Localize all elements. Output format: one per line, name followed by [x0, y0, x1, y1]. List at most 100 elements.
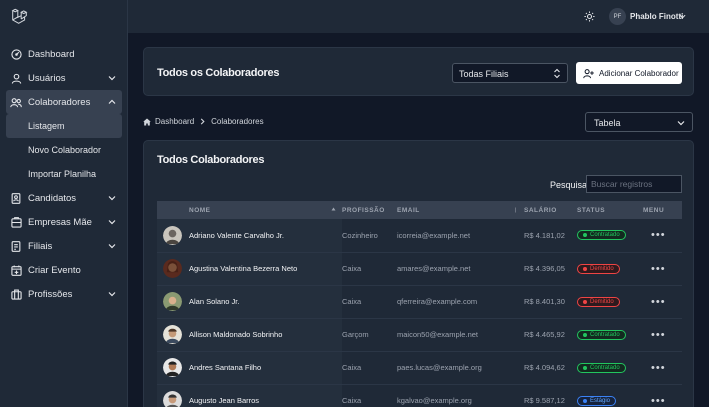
- building-icon: [10, 216, 22, 228]
- sort-up-icon: [331, 207, 336, 211]
- sun-icon[interactable]: [584, 11, 595, 22]
- status-cell: Estágio: [577, 384, 643, 407]
- column-header-nome[interactable]: NOME: [189, 201, 342, 219]
- status-badge: Contratado: [577, 230, 626, 241]
- avatar[interactable]: [163, 325, 182, 344]
- user-plus-icon: [583, 68, 594, 78]
- table-row[interactable]: Alan Solano Jr. Caixa qferreira@example.…: [157, 285, 682, 318]
- status-cell: Contratado: [577, 219, 643, 252]
- row-menu-button[interactable]: •••: [643, 252, 682, 285]
- search-input[interactable]: [586, 175, 682, 193]
- avatar[interactable]: PF: [609, 8, 626, 25]
- collaborator-salary: R$ 4.465,92: [524, 330, 565, 339]
- collaborator-email: paes.lucas@example.org: [397, 363, 482, 372]
- header-card: Todos os Colaboradores Todas Filiais Adi…: [143, 47, 694, 96]
- sidebar-item-profissoes[interactable]: Profissões: [0, 282, 128, 306]
- dashboard-icon: [10, 48, 22, 60]
- table-row[interactable]: Andres Santana Filho Caixa paes.lucas@ex…: [157, 351, 682, 384]
- table-header-row: NOME PROFISSÃO EMAIL SALÁRIO STATUS MENU: [157, 201, 682, 219]
- status-badge: Demitido: [577, 263, 620, 274]
- status-label: Contratado: [590, 331, 620, 338]
- collaborator-name[interactable]: Alan Solano Jr.: [189, 285, 342, 318]
- sidebar-item-colaboradores[interactable]: Colaboradores: [6, 90, 122, 114]
- status-dot: [583, 398, 587, 403]
- status-label: Estágio: [590, 397, 611, 404]
- column-header-label: NOME: [189, 206, 211, 214]
- status-badge: Demitido: [577, 296, 620, 307]
- avatar[interactable]: [163, 391, 182, 407]
- avatar-cell: [157, 219, 189, 252]
- table-row[interactable]: Agustina Valentina Bezerra Neto Caixa am…: [157, 252, 682, 285]
- avatar[interactable]: [163, 292, 182, 311]
- column-header-label: EMAIL: [397, 206, 420, 214]
- view-mode-select[interactable]: Tabela: [585, 112, 693, 132]
- collaborator-salary: R$ 4.396,05: [524, 264, 565, 273]
- user-name[interactable]: Phablo Finotti: [630, 12, 683, 21]
- collaborator-email: icorreia@example.net: [397, 230, 471, 240]
- add-collaborator-button[interactable]: Adicionar Colaborador: [576, 62, 682, 84]
- sidebar-item-filiais[interactable]: Filiais: [0, 234, 128, 258]
- row-menu-button[interactable]: •••: [643, 384, 682, 407]
- avatar[interactable]: [163, 259, 182, 278]
- chevron-down-icon: [108, 220, 116, 225]
- sidebar-item-label: Dashboard: [28, 48, 75, 60]
- submenu-item-importar-planilha[interactable]: Importar Planilha: [0, 162, 128, 186]
- submenu-item-listagem[interactable]: Listagem: [6, 114, 122, 138]
- add-collaborator-label: Adicionar Colaborador: [599, 68, 679, 78]
- avatar[interactable]: [163, 358, 182, 377]
- column-header-profissao[interactable]: PROFISSÃO: [342, 201, 397, 219]
- sidebar-item-empresas-mae[interactable]: Empresas Mãe: [0, 210, 128, 234]
- collaborator-profession: Caixa: [342, 396, 362, 405]
- status-dot: [583, 332, 587, 337]
- avatar-cell: [157, 252, 189, 285]
- chevron-down-icon[interactable]: [679, 13, 686, 20]
- chevron-right-icon: [200, 118, 205, 125]
- sidebar-item-candidatos[interactable]: Candidatos: [0, 186, 128, 210]
- table-row[interactable]: Augusto Jean Barros Caixa kgalvao@exampl…: [157, 384, 682, 407]
- avatar-cell: [157, 384, 189, 407]
- sidebar-item-usuarios[interactable]: Usuários: [0, 66, 128, 90]
- column-header-status[interactable]: STATUS: [577, 201, 643, 219]
- avatar-cell: [157, 318, 189, 351]
- users-icon: [10, 96, 22, 108]
- row-menu-button[interactable]: •••: [643, 285, 682, 318]
- sidebar-item-label: Profissões: [28, 288, 73, 300]
- page-title: Todos os Colaboradores: [157, 67, 280, 79]
- status-badge: Contratado: [577, 329, 626, 340]
- laravel-logo-icon[interactable]: [11, 8, 28, 25]
- sidebar-item-criar-evento[interactable]: Criar Evento: [0, 258, 128, 282]
- id-card-icon: [10, 192, 22, 204]
- collaborator-profession: Caixa: [342, 297, 362, 306]
- sidebar-item-label: Empresas Mãe: [28, 216, 92, 228]
- collaborator-name[interactable]: Augusto Jean Barros: [189, 384, 342, 407]
- collaborator-email: maicon50@example.net: [397, 330, 478, 339]
- collaborator-name[interactable]: Agustina Valentina Bezerra Neto: [189, 252, 342, 285]
- chevron-down-icon: [108, 76, 116, 81]
- row-menu-button[interactable]: •••: [643, 219, 682, 252]
- row-menu-button[interactable]: •••: [643, 318, 682, 351]
- breadcrumb-dashboard[interactable]: Dashboard: [155, 117, 194, 126]
- branch-filter-select[interactable]: Todas Filiais: [452, 63, 568, 83]
- collaborator-name[interactable]: Allison Maldonado Sobrinho: [189, 318, 342, 351]
- breadcrumb-colaboradores[interactable]: Colaboradores: [211, 117, 263, 126]
- collaborators-table: NOME PROFISSÃO EMAIL SALÁRIO STATUS MENU…: [157, 201, 682, 407]
- collaborator-profession: Garçom: [342, 330, 369, 339]
- collaborator-salary: R$ 4.094,62: [524, 363, 565, 372]
- table-row[interactable]: Allison Maldonado Sobrinho Garçom maicon…: [157, 318, 682, 351]
- sidebar-nav: Dashboard Usuários Colaboradores Listage…: [0, 42, 128, 306]
- avatar[interactable]: [163, 225, 182, 245]
- avatar-cell: [157, 351, 189, 384]
- table-row[interactable]: Adriano Valente Carvalho Jr. Cozinheiro …: [157, 219, 682, 252]
- avatar-cell: [157, 285, 189, 318]
- submenu-item-novo-colaborador[interactable]: Novo Colaborador: [0, 138, 128, 162]
- column-header-salario[interactable]: SALÁRIO: [524, 201, 577, 219]
- collaborator-name[interactable]: Adriano Valente Carvalho Jr.: [189, 219, 342, 252]
- column-header-email[interactable]: EMAIL: [397, 201, 524, 219]
- row-menu-button[interactable]: •••: [643, 351, 682, 384]
- branch-icon: [10, 240, 22, 252]
- collaborator-name[interactable]: Andres Santana Filho: [189, 351, 342, 384]
- sort-icon: [515, 207, 516, 213]
- status-cell: Demitido: [577, 252, 643, 285]
- sidebar-item-dashboard[interactable]: Dashboard: [0, 42, 128, 66]
- user-icon: [10, 72, 22, 84]
